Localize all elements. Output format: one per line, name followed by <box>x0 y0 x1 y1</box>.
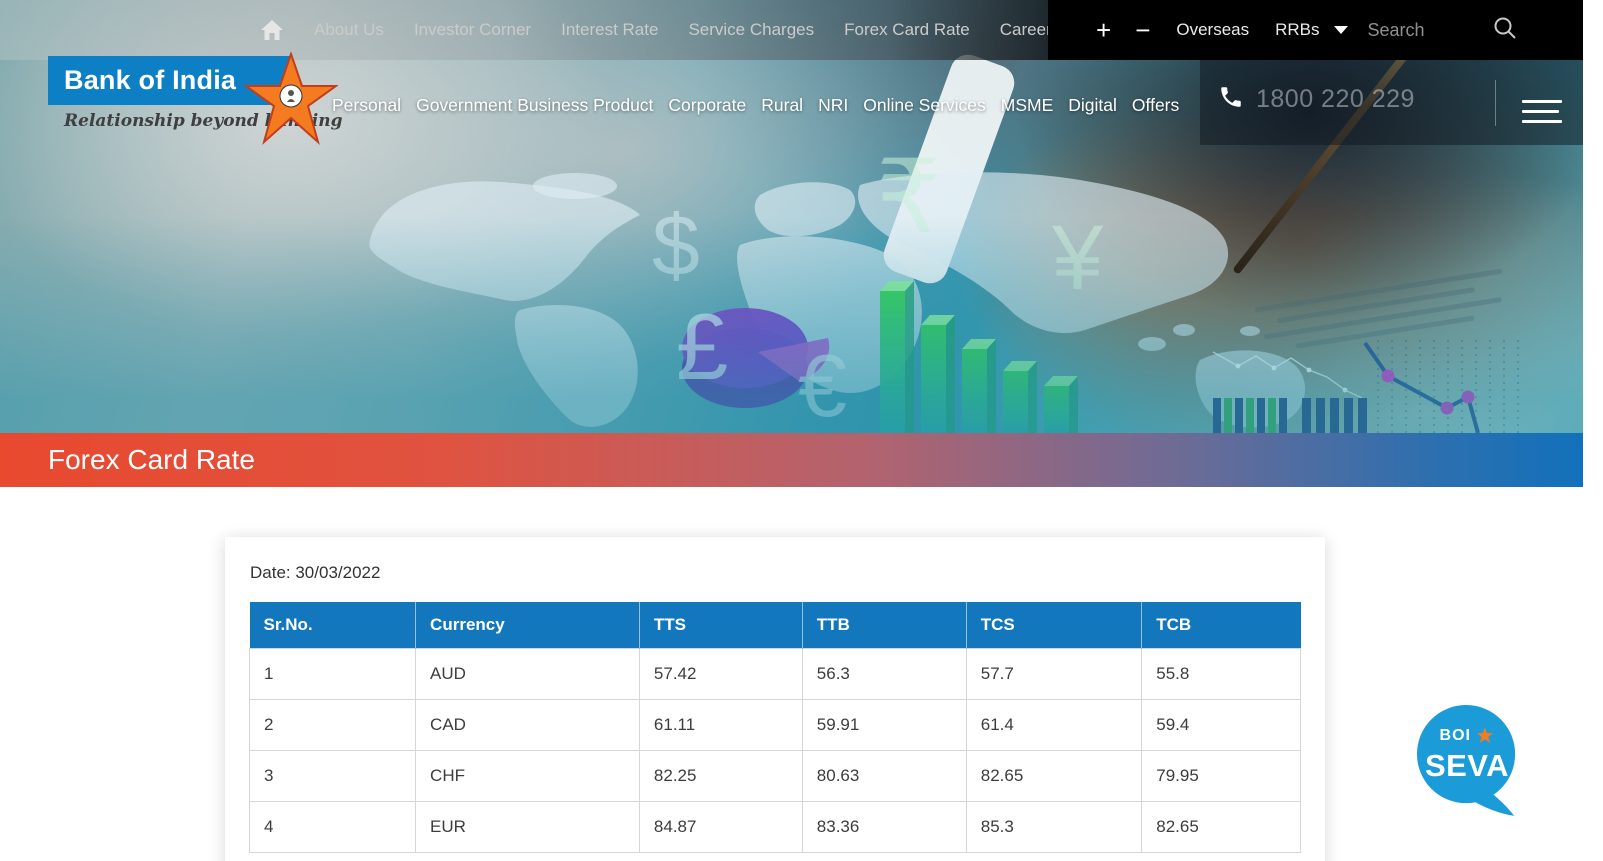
utility-bar-right: + − Overseas RRBs <box>1048 0 1583 60</box>
main-navigation: Personal Government Business Product Corpo… <box>332 88 1179 122</box>
nav-item-corporate[interactable]: Corporate <box>668 95 746 116</box>
column-header-tcb: TCB <box>1142 602 1301 649</box>
table-row: 3CHF82.2580.6382.6579.95 <box>250 751 1301 802</box>
table-cell: CHF <box>416 751 640 802</box>
table-cell: 61.11 <box>639 700 802 751</box>
nav-item-msme[interactable]: MSME <box>1001 95 1054 116</box>
boi-seva-chatbot-button[interactable]: BOI ★ SEVA <box>1415 703 1523 821</box>
forex-rate-card: Date: 30/03/2022 Sr.No.CurrencyTTSTTBTCS… <box>225 537 1325 861</box>
table-cell: EUR <box>416 802 640 853</box>
nav-item-government-business-product[interactable]: Government Business Product <box>416 95 653 116</box>
table-row: 4EUR84.8783.3685.382.65 <box>250 802 1301 853</box>
table-cell: 82.65 <box>1142 802 1301 853</box>
nav-item-online-services[interactable]: Online Services <box>863 95 986 116</box>
phone-icon <box>1218 84 1244 115</box>
table-cell: 4 <box>250 802 416 853</box>
hero-banner: $₹¥£€ About UsInvestor CornerInterest Ra… <box>0 0 1583 433</box>
rate-date: Date: 30/03/2022 <box>250 563 1301 583</box>
table-cell: 84.87 <box>639 802 802 853</box>
search-icon[interactable] <box>1492 15 1518 46</box>
table-row: 1AUD57.4256.357.755.8 <box>250 649 1301 700</box>
page-title: Forex Card Rate <box>48 444 255 476</box>
nav-item-personal[interactable]: Personal <box>332 95 401 116</box>
logo-box: Bank of India <box>48 56 290 105</box>
table-cell: 55.8 <box>1142 649 1301 700</box>
table-row: 2CAD61.1159.9161.459.4 <box>250 700 1301 751</box>
column-header-currency: Currency <box>416 602 640 649</box>
column-header-tcs: TCS <box>966 602 1142 649</box>
logo-title: Bank of India <box>64 65 236 96</box>
topbar-link-about-us[interactable]: About Us <box>314 20 384 40</box>
column-header-ttb: TTB <box>802 602 966 649</box>
topbar-link-career[interactable]: Career <box>1000 20 1052 40</box>
table-cell: 56.3 <box>802 649 966 700</box>
seva-star-icon: ★ <box>1476 726 1494 747</box>
search-input[interactable] <box>1368 20 1476 41</box>
table-cell: 82.25 <box>639 751 802 802</box>
star-emblem-icon <box>244 52 338 153</box>
forex-rate-table: Sr.No.CurrencyTTSTTBTCSTCB 1AUD57.4256.3… <box>249 602 1301 853</box>
font-decrease-button[interactable]: − <box>1135 17 1150 43</box>
menu-icon[interactable] <box>1522 100 1562 123</box>
table-cell: CAD <box>416 700 640 751</box>
table-cell: 85.3 <box>966 802 1142 853</box>
column-header-sr-no: Sr.No. <box>250 602 416 649</box>
table-cell: 61.4 <box>966 700 1142 751</box>
table-cell: 2 <box>250 700 416 751</box>
column-header-tts: TTS <box>639 602 802 649</box>
table-cell: 80.63 <box>802 751 966 802</box>
table-cell: 59.91 <box>802 700 966 751</box>
topbar-link-interest-rate[interactable]: Interest Rate <box>561 20 658 40</box>
nav-item-rural[interactable]: Rural <box>761 95 803 116</box>
topbar-link-service-charges[interactable]: Service Charges <box>688 20 814 40</box>
divider <box>1495 80 1496 126</box>
topbar-link-forex-card-rate[interactable]: Forex Card Rate <box>844 20 970 40</box>
chevron-down-icon[interactable] <box>1334 26 1348 34</box>
table-cell: 3 <box>250 751 416 802</box>
table-cell: 83.36 <box>802 802 966 853</box>
table-cell: 57.7 <box>966 649 1142 700</box>
table-cell: 79.95 <box>1142 751 1301 802</box>
table-cell: 1 <box>250 649 416 700</box>
phone-panel: 1800 220 229 <box>1200 60 1583 145</box>
topbar-link-rrbs[interactable]: RRBs <box>1275 20 1319 40</box>
nav-item-offers[interactable]: Offers <box>1132 95 1179 116</box>
topbar-link-investor-corner[interactable]: Investor Corner <box>414 20 531 40</box>
nav-item-digital[interactable]: Digital <box>1068 95 1117 116</box>
page-title-banner: Forex Card Rate <box>0 433 1583 487</box>
topbar-link-overseas[interactable]: Overseas <box>1176 20 1249 40</box>
tollfree-number[interactable]: 1800 220 229 <box>1256 85 1415 114</box>
table-cell: AUD <box>416 649 640 700</box>
table-cell: 59.4 <box>1142 700 1301 751</box>
table-cell: 57.42 <box>639 649 802 700</box>
nav-item-nri[interactable]: NRI <box>818 95 848 116</box>
seva-label: BOI ★ SEVA <box>1415 725 1519 784</box>
table-header-row: Sr.No.CurrencyTTSTTBTCSTCB <box>250 602 1301 649</box>
table-cell: 82.65 <box>966 751 1142 802</box>
font-increase-button[interactable]: + <box>1096 17 1111 43</box>
page: $₹¥£€ About UsInvestor CornerInterest Ra… <box>0 0 1583 861</box>
bank-of-india-logo[interactable]: Bank of India Relationship beyond bankin… <box>48 26 298 131</box>
